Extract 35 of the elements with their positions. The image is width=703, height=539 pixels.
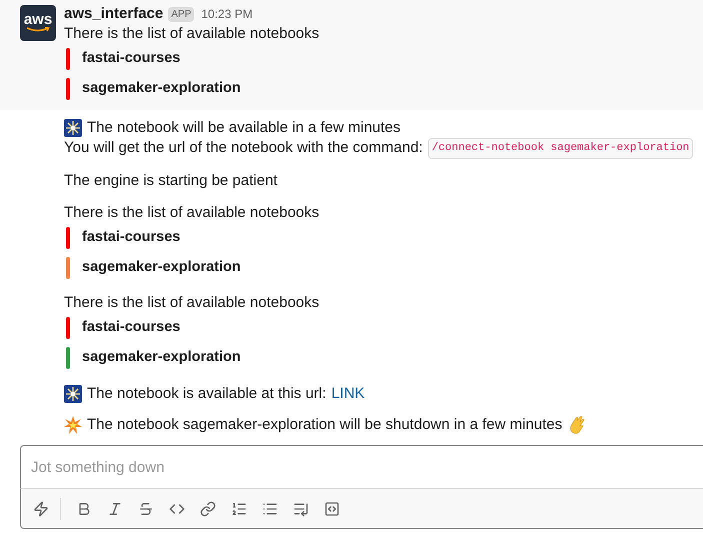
link[interactable]: LINK bbox=[331, 382, 365, 405]
notebook-name: sagemaker-exploration bbox=[82, 258, 241, 277]
explosion-icon bbox=[64, 416, 82, 434]
message-text: There is the list of available notebooks bbox=[64, 202, 320, 222]
numbered-list-icon[interactable] bbox=[231, 500, 247, 516]
message-text: The notebook is available at this url: bbox=[87, 384, 326, 404]
app-badge: APP bbox=[168, 6, 194, 22]
code-block-icon[interactable] bbox=[324, 500, 340, 516]
message-input[interactable]: Jot something down bbox=[20, 445, 703, 488]
app-avatar[interactable]: aws bbox=[20, 5, 56, 41]
inline-code: /connect-notebook sagemaker-exploration bbox=[428, 138, 694, 158]
italic-icon[interactable] bbox=[107, 500, 123, 516]
sparkle-icon bbox=[64, 384, 82, 403]
sparkle-icon bbox=[64, 119, 82, 137]
strikethrough-icon[interactable] bbox=[138, 500, 154, 516]
link-icon[interactable] bbox=[200, 500, 216, 516]
notebook-name: fastai-courses bbox=[82, 228, 180, 247]
app-name[interactable]: aws_interface bbox=[64, 2, 164, 26]
notebook-name: fastai-courses bbox=[82, 49, 180, 68]
shortcuts-icon[interactable] bbox=[33, 500, 49, 516]
smile-arrow-icon bbox=[26, 27, 50, 33]
message-text: The notebook sagemaker-exploration will be shutdown in a few minutes bbox=[87, 415, 562, 435]
notebook-name: sagemaker-exploration bbox=[82, 348, 241, 367]
message-text: The notebook will be available in a few minutes bbox=[87, 118, 401, 138]
timestamp[interactable]: 10:23 PM bbox=[201, 5, 253, 23]
message-text: There is the list of available notebooks bbox=[64, 292, 320, 312]
message-text: You will get the url of the notebook with the command: bbox=[64, 138, 423, 158]
logo-text: aws bbox=[24, 13, 52, 27]
quote-list-icon[interactable] bbox=[293, 500, 309, 516]
waving-hand-icon bbox=[567, 415, 588, 435]
notebook-name: fastai-courses bbox=[82, 318, 180, 337]
notebook-name: sagemaker-exploration bbox=[82, 79, 241, 98]
bulleted-list-icon[interactable] bbox=[262, 500, 278, 516]
message-text: The engine is starting be patient bbox=[64, 172, 278, 188]
message-text: There is the list of available notebooks bbox=[64, 24, 320, 44]
